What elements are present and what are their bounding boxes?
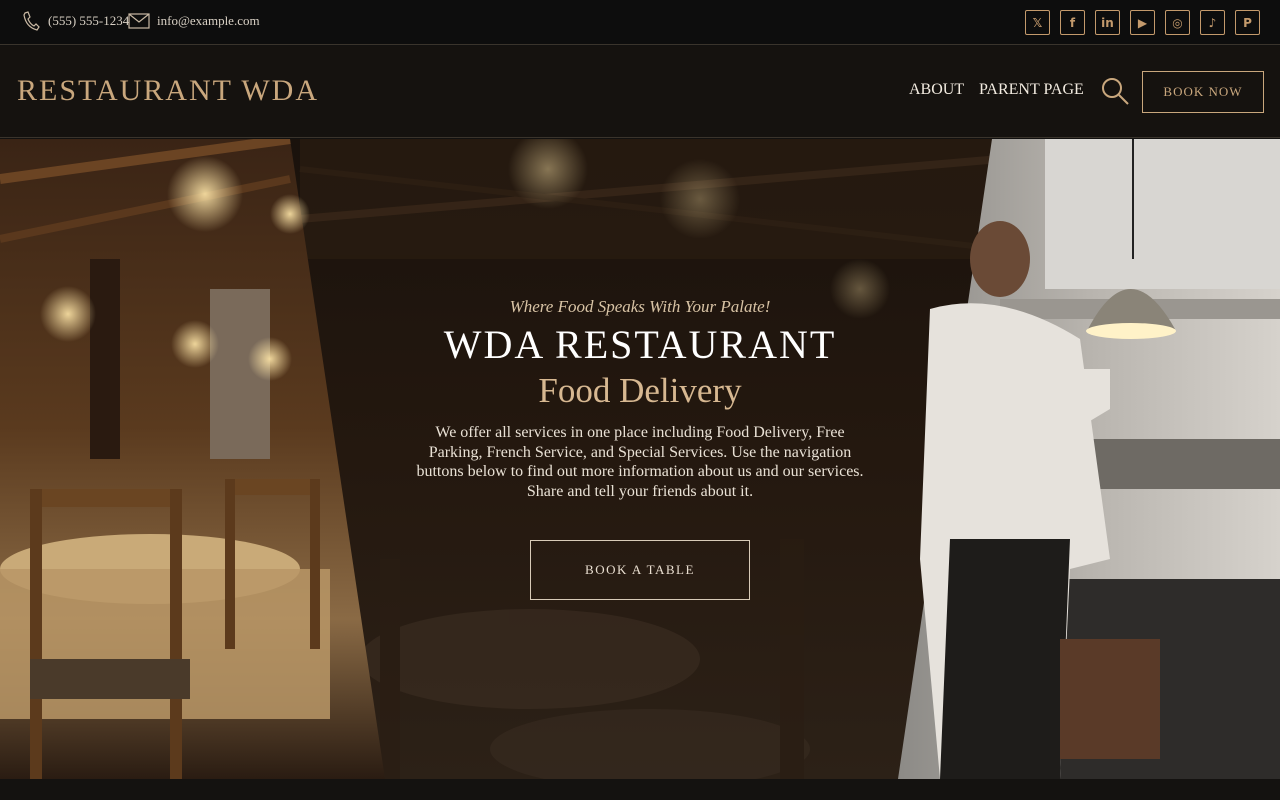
youtube-icon[interactable]: ▶ <box>1130 10 1155 35</box>
site-header: RESTAURANT WDA ABOUT PARENT PAGE BOOK NO… <box>0 46 1280 138</box>
phone-contact[interactable]: (555) 555-1234 <box>22 0 129 42</box>
top-bar: (555) 555-1234 info@example.com 𝕏 f in ▶… <box>0 0 1280 45</box>
linkedin-icon[interactable]: in <box>1095 10 1120 35</box>
hero-section: Where Food Speaks With Your Palate! WDA … <box>0 139 1280 779</box>
email-address: info@example.com <box>157 13 260 28</box>
instagram-icon[interactable]: ◎ <box>1165 10 1190 35</box>
hero-title: WDA RESTAURANT <box>443 322 837 367</box>
hero-subtitle: Food Delivery <box>538 371 742 410</box>
facebook-icon[interactable]: f <box>1060 10 1085 35</box>
email-contact[interactable]: info@example.com <box>128 0 260 42</box>
hero-content: Where Food Speaks With Your Palate! WDA … <box>390 297 890 501</box>
hero-tagline: Where Food Speaks With Your Palate! <box>509 297 771 316</box>
site-logo[interactable]: RESTAURANT WDA <box>17 74 319 108</box>
x-icon[interactable]: 𝕏 <box>1025 10 1050 35</box>
envelope-icon <box>128 13 150 29</box>
hero-description: We offer all services in one place inclu… <box>416 424 864 500</box>
pinterest-icon[interactable]: P <box>1235 10 1260 35</box>
book-a-table-button[interactable]: BOOK A TABLE <box>530 540 750 600</box>
phone-icon <box>23 11 40 31</box>
page-bottom-strip <box>0 779 1280 800</box>
search-icon[interactable] <box>1100 76 1130 106</box>
nav-parent-page[interactable]: PARENT PAGE <box>979 81 1084 99</box>
social-links: 𝕏 f in ▶ ◎ ♪ P <box>1025 10 1260 35</box>
nav-about[interactable]: ABOUT <box>909 81 964 99</box>
tiktok-icon[interactable]: ♪ <box>1200 10 1225 35</box>
book-now-button[interactable]: BOOK NOW <box>1142 71 1264 113</box>
phone-number: (555) 555-1234 <box>48 13 130 28</box>
